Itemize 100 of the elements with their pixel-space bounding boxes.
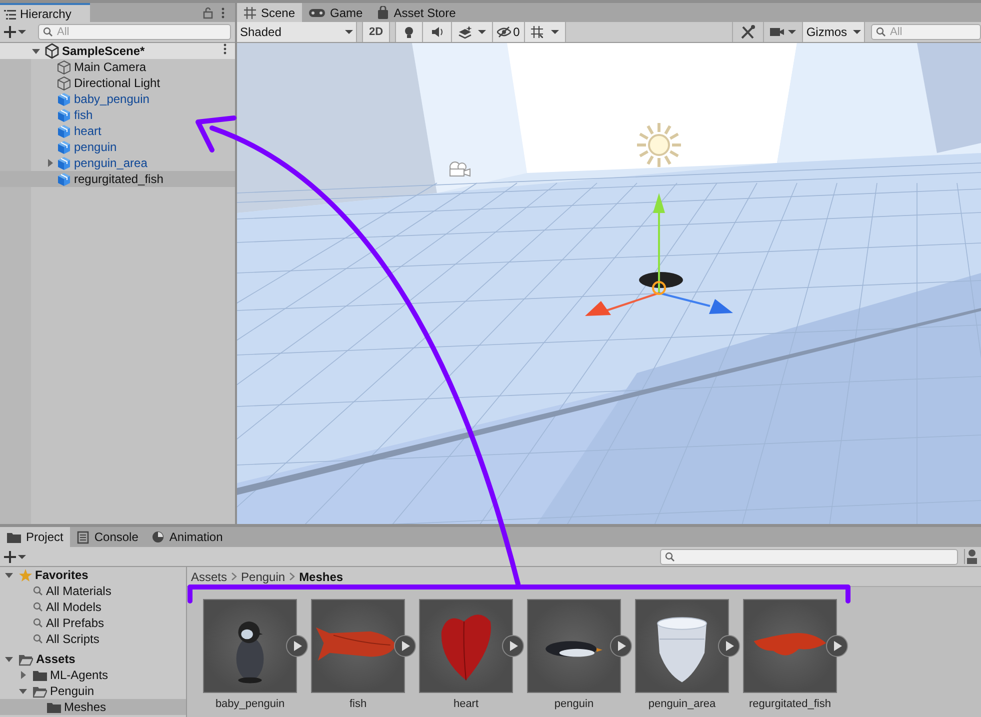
plus-icon: [4, 26, 16, 38]
prefab-cube-icon: [57, 156, 71, 170]
tab[interactable]: Asset Store: [370, 3, 463, 22]
hierarchy-item[interactable]: fish: [31, 107, 235, 123]
hierarchy-item[interactable]: regurgitated_fish: [0, 171, 235, 187]
prefab-cube-icon: [57, 140, 71, 154]
caret-icon: [788, 28, 796, 36]
tree-item[interactable]: ML-Agents: [0, 667, 186, 683]
play-icon[interactable]: [718, 635, 740, 657]
tab[interactable]: Game: [302, 3, 370, 22]
grid-icon: [244, 6, 256, 18]
search-icon: [33, 634, 43, 644]
gizmos-dropdown[interactable]: Gizmos: [803, 22, 865, 42]
tab[interactable]: Project: [0, 527, 70, 547]
search-icon: [33, 618, 43, 628]
search-field[interactable]: All: [871, 24, 981, 40]
play-icon[interactable]: [394, 635, 416, 657]
prefab-cube-icon: [57, 108, 71, 122]
tree-item[interactable]: Favorites: [0, 567, 186, 583]
cube-icon: [57, 60, 71, 74]
layers-icon: [458, 26, 472, 38]
star-icon: [19, 568, 32, 582]
search-icon: [876, 27, 886, 37]
expanded-arrow-icon[interactable]: [31, 46, 41, 56]
cube-icon: [57, 76, 71, 90]
expanded-arrow-icon[interactable]: [4, 570, 14, 580]
collapsed-arrow-icon[interactable]: [45, 158, 55, 168]
bulb-icon: [404, 26, 414, 38]
grid-snap-dropdown[interactable]: [524, 22, 566, 42]
asset-label[interactable]: penguin: [554, 696, 594, 712]
tab[interactable]: Console: [70, 527, 146, 547]
asset-label[interactable]: heart: [453, 696, 479, 712]
more-icon[interactable]: [223, 43, 227, 55]
move-gizmo-icon: [585, 193, 735, 318]
play-icon[interactable]: [826, 635, 848, 657]
breadcrumb-item[interactable]: Meshes: [299, 568, 344, 586]
chevron-icon: [289, 572, 296, 581]
open-folder-icon: [19, 652, 33, 666]
search-icon: [33, 586, 43, 596]
expanded-arrow-icon[interactable]: [18, 686, 28, 696]
hidden-objects-toggle[interactable]: 0: [493, 22, 525, 42]
lock-icon[interactable]: [203, 6, 213, 18]
prefab-cube-icon: [57, 172, 71, 186]
breadcrumb-item[interactable]: Assets: [191, 568, 228, 586]
tree-item[interactable]: All Models: [0, 599, 186, 615]
scene-row[interactable]: SampleScene*: [0, 43, 235, 59]
hierarchy-item[interactable]: Main Camera: [31, 59, 235, 75]
more-icon[interactable]: [221, 6, 225, 18]
tree-item[interactable]: All Scripts: [0, 631, 186, 647]
2d-toggle[interactable]: 2D: [363, 22, 390, 42]
hierarchy-item[interactable]: penguin: [31, 139, 235, 155]
shading-dropdown[interactable]: Shaded: [237, 22, 357, 42]
lighting-toggle[interactable]: [396, 22, 424, 42]
tools-icon: [741, 25, 756, 39]
clock-icon: [152, 531, 164, 543]
asset-label[interactable]: baby_penguin: [215, 696, 285, 712]
hierarchy-item[interactable]: baby_penguin: [31, 91, 235, 107]
search-field[interactable]: All: [38, 24, 231, 40]
play-icon[interactable]: [502, 635, 524, 657]
caret-icon: [550, 28, 559, 36]
search-icon: [665, 552, 675, 562]
expanded-arrow-icon[interactable]: [4, 654, 14, 664]
hierarchy-item[interactable]: penguin_area: [31, 155, 235, 171]
hierarchy-tab[interactable]: Hierarchy: [0, 3, 90, 22]
search-field[interactable]: [660, 548, 958, 564]
tree-item[interactable]: All Prefabs: [0, 615, 186, 631]
asset-label[interactable]: regurgitated_fish: [749, 696, 831, 712]
list-icon: [4, 8, 16, 20]
asset-label[interactable]: penguin_area: [648, 696, 716, 712]
list-icon: [77, 530, 90, 544]
tab[interactable]: Scene: [237, 3, 302, 22]
plus-icon: [4, 550, 16, 562]
chevron-icon: [231, 572, 238, 581]
hierarchy-item[interactable]: heart: [31, 123, 235, 139]
play-icon[interactable]: [286, 635, 308, 657]
play-icon[interactable]: [610, 635, 632, 657]
tree-item[interactable]: Assets: [0, 651, 186, 667]
grid-icon: [530, 26, 543, 38]
search-icon: [43, 27, 53, 37]
dock-icon[interactable]: [967, 549, 977, 564]
collapsed-arrow-icon[interactable]: [18, 670, 28, 680]
hierarchy-item[interactable]: Directional Light: [31, 75, 235, 91]
tree-item[interactable]: Penguin: [0, 683, 186, 699]
tree-item[interactable]: All Materials: [0, 583, 186, 599]
tab[interactable]: Animation: [145, 527, 230, 547]
prefab-cube-icon: [57, 92, 71, 106]
caret-icon: [18, 28, 26, 36]
tree-item[interactable]: Meshes: [0, 699, 186, 715]
camera-icon: [770, 26, 784, 38]
audio-toggle[interactable]: [423, 22, 452, 42]
prefab-cube-icon: [57, 124, 71, 138]
caret-icon: [345, 28, 353, 36]
folder-icon: [33, 668, 47, 682]
effects-dropdown[interactable]: [452, 22, 494, 42]
asset-label[interactable]: fish: [349, 696, 367, 712]
open-folder-icon: [33, 684, 47, 698]
breadcrumb-item[interactable]: Penguin: [241, 568, 286, 586]
caret-icon: [478, 28, 486, 36]
gamepad-icon: [309, 6, 326, 18]
caret-icon: [18, 552, 26, 560]
